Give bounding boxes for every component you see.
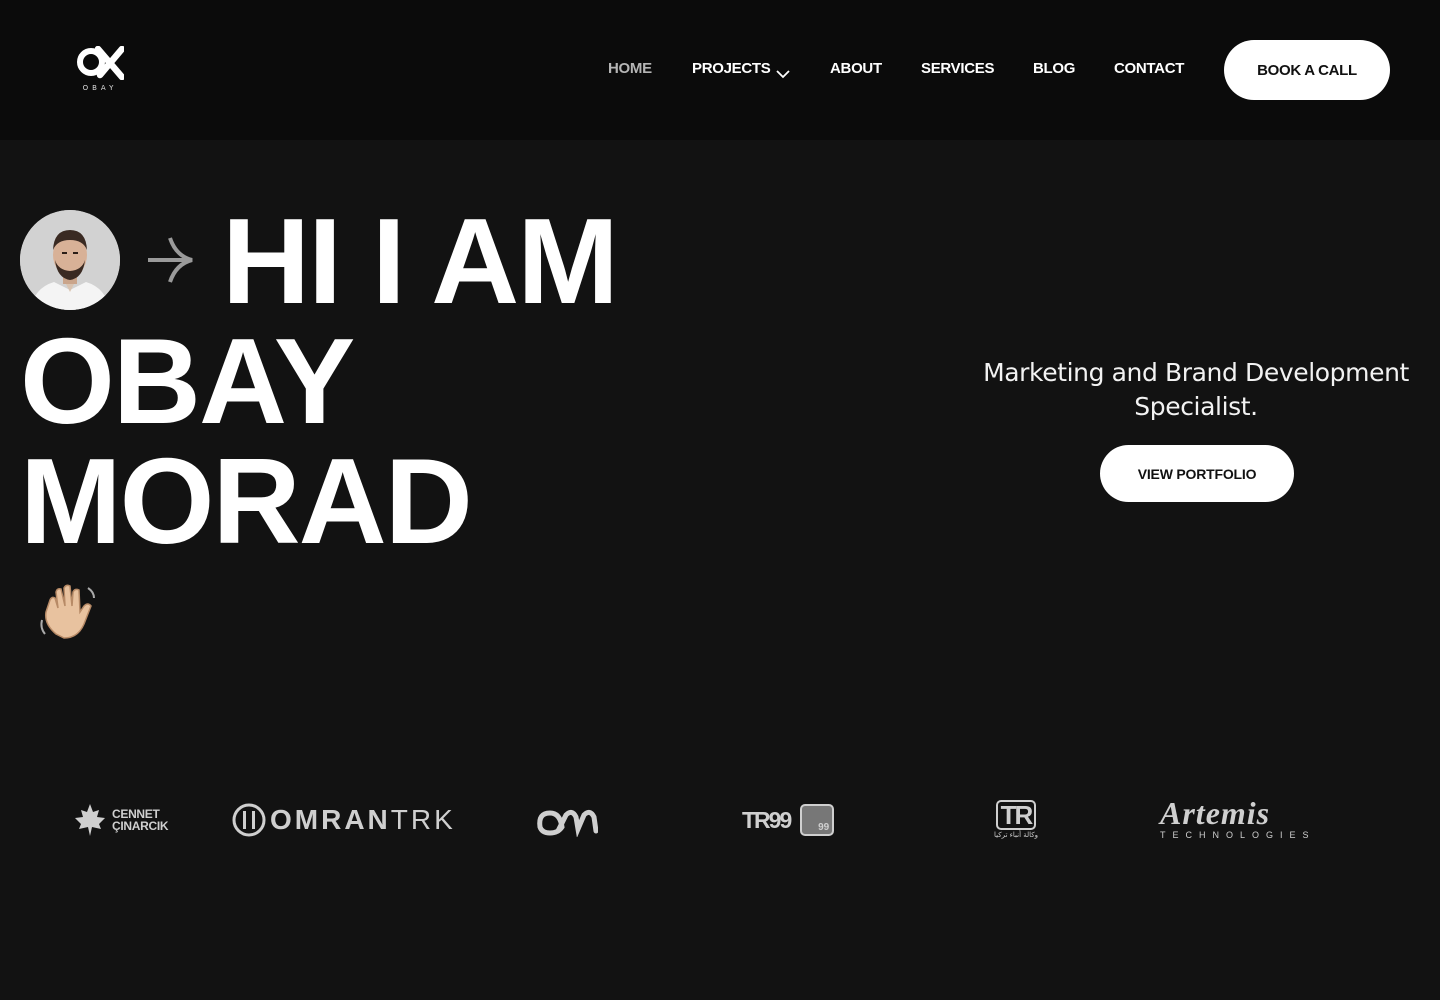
- arrow-right-icon: [146, 236, 196, 289]
- hero-heading-line3: MORAD: [20, 433, 473, 569]
- nav-services[interactable]: SERVICES: [921, 60, 994, 77]
- client-artemis-sub: TECHNOLOGIES: [1160, 830, 1316, 840]
- client-name-omran: OMRAN: [270, 804, 391, 835]
- profile-photo: [20, 210, 120, 310]
- ox-logo-icon[interactable]: OBAY: [76, 45, 126, 94]
- nav-contact[interactable]: CONTACT: [1114, 60, 1184, 77]
- view-portfolio-button[interactable]: VIEW PORTFOLIO: [1100, 445, 1294, 502]
- hero-tagline: Marketing and Brand Development Speciali…: [983, 358, 1409, 421]
- nav-blog[interactable]: BLOG: [1033, 60, 1075, 77]
- client-name-artemis: Artemis: [1160, 795, 1271, 831]
- hero-heading-line1: HI I AM: [222, 193, 619, 329]
- nav-home[interactable]: HOME: [608, 60, 652, 77]
- client-logo-omrantrk: OMRAN TRK: [232, 790, 462, 850]
- client-logos: CENNET ÇINARCIK OMRAN TRK TR99 99 TR وكا…: [0, 790, 1440, 850]
- client-name-trk: TRK: [390, 804, 456, 835]
- client-name-line2: ÇINARCIK: [112, 819, 169, 833]
- chevron-down-icon[interactable]: [776, 66, 790, 84]
- client-logo-tr99: TR99 99: [742, 790, 842, 850]
- nav-projects[interactable]: PROJECTS: [692, 60, 771, 77]
- om-logo-icon: [537, 809, 598, 837]
- client-logo-artemis: Artemis TECHNOLOGIES: [1160, 790, 1320, 850]
- nav-about[interactable]: ABOUT: [830, 60, 882, 77]
- site-header: OBAY HOME PROJECTS ABOUT SERVICES BLOG C…: [0, 0, 1440, 140]
- client-tr-arabic: وكالة أنباء تركيا: [994, 831, 1038, 839]
- omran-emblem-icon: [232, 803, 266, 837]
- hero-heading-line2: OBAY: [20, 313, 355, 449]
- book-a-call-button[interactable]: BOOK A CALL: [1224, 40, 1390, 100]
- client-logo-om: [536, 790, 600, 850]
- logo-wordmark: OBAY: [82, 84, 118, 92]
- client-logo-cennet: CENNET ÇINARCIK: [72, 790, 172, 850]
- maple-leaf-icon: [75, 804, 105, 836]
- client-name-tr: TR: [995, 800, 1037, 830]
- waving-hand-icon: [36, 580, 100, 644]
- tr99-badge-number: 99: [818, 822, 830, 833]
- tr99-badge: 99: [800, 804, 835, 836]
- client-logo-tr: TR وكالة أنباء تركيا: [986, 790, 1046, 850]
- client-name-tr99: TR99: [742, 806, 792, 833]
